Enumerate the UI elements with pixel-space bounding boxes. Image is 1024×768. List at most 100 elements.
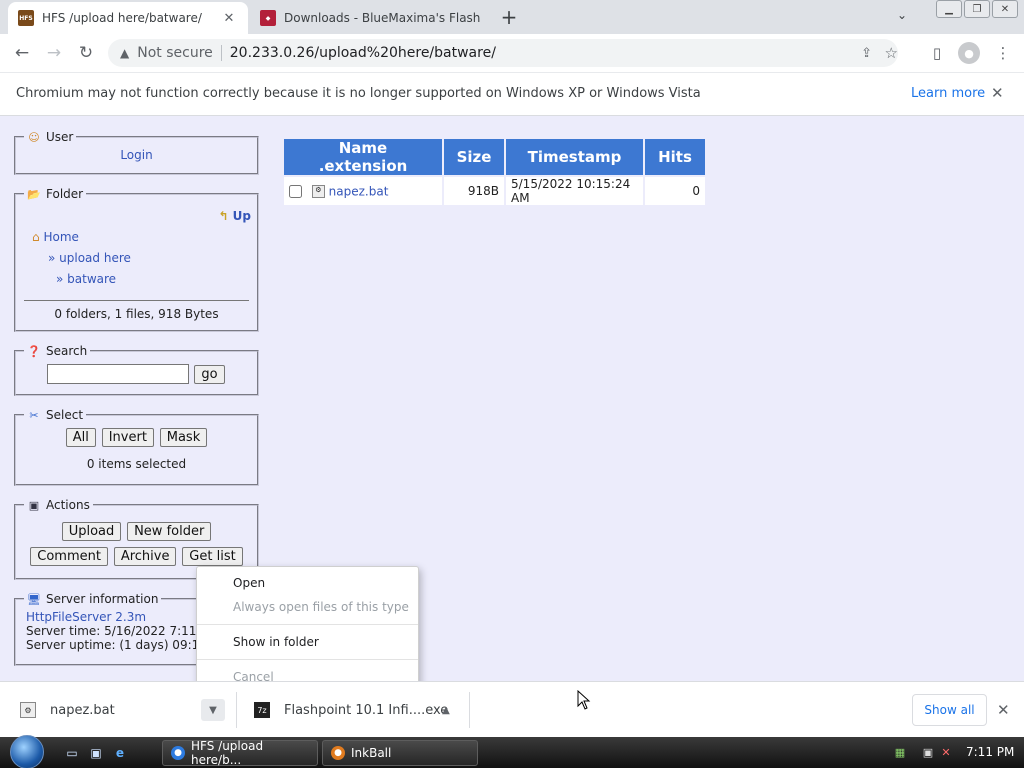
home-icon: ⌂ xyxy=(32,230,40,244)
httpfileserver-link[interactable]: HttpFileServer 2.3m xyxy=(26,610,146,624)
comment-button[interactable]: Comment xyxy=(30,547,108,566)
column-header-timestamp[interactable]: Timestamp xyxy=(506,139,643,175)
new-tab-button[interactable]: + xyxy=(498,5,520,29)
server-panel-title: Server information xyxy=(46,592,159,606)
get-list-button[interactable]: Get list xyxy=(182,547,243,566)
tab-title: HFS /upload here/batware/ xyxy=(42,11,202,25)
reload-button[interactable]: ↻ xyxy=(74,41,98,65)
batware-link[interactable]: » batware xyxy=(56,272,116,286)
chevron-up-icon[interactable]: ▲ xyxy=(434,699,458,721)
bookmark-star-icon[interactable]: ☆ xyxy=(885,44,898,62)
file-name-link[interactable]: napez.bat xyxy=(329,184,389,198)
tab-strip: HFS HFS /upload here/batware/ ✕ ◆ Downlo… xyxy=(0,0,1024,34)
menu-item-open[interactable]: Open xyxy=(233,576,265,590)
archive-button[interactable]: Archive xyxy=(113,547,177,566)
download-context-menu: Open Always open files of this type Show… xyxy=(196,566,419,692)
column-header-size[interactable]: Size xyxy=(444,139,504,175)
search-input[interactable] xyxy=(47,364,190,384)
profile-avatar-icon[interactable]: ● xyxy=(958,42,980,64)
taskbar-button-hfs[interactable]: ● HFS /upload here/b... xyxy=(162,739,318,767)
network-tray-icon[interactable]: ▦ xyxy=(892,745,908,760)
scissors-icon: ✂ xyxy=(29,408,39,422)
save-disk-icon: ▣ xyxy=(28,498,40,512)
show-all-button[interactable]: Show all xyxy=(912,694,987,726)
download-item-napez[interactable]: ⚙ napez.bat xyxy=(20,682,115,738)
hfs-favicon-icon: HFS xyxy=(18,10,34,26)
file-hits-cell: 0 xyxy=(645,177,705,205)
file-select-checkbox[interactable] xyxy=(289,184,302,198)
internet-explorer-icon[interactable]: e xyxy=(111,744,129,761)
select-panel-title: Select xyxy=(46,408,84,422)
up-link[interactable]: Up xyxy=(233,209,251,223)
search-row: go xyxy=(24,364,249,384)
start-button[interactable] xyxy=(10,735,44,768)
monitor-tray-icon[interactable]: ▣ xyxy=(920,745,936,760)
volume-muted-icon[interactable]: ✕ xyxy=(938,745,954,760)
show-desktop-icon[interactable]: ▭ xyxy=(63,744,81,761)
mouse-cursor-icon xyxy=(577,690,591,710)
login-link[interactable]: Login xyxy=(120,148,152,162)
new-folder-button[interactable]: New folder xyxy=(127,522,212,541)
forward-button[interactable]: → xyxy=(42,41,66,65)
window-controls: ▁ ❐ ✕ xyxy=(936,0,1018,18)
learn-more-link[interactable]: Learn more xyxy=(911,86,985,101)
share-icon[interactable]: ⇪ xyxy=(861,46,872,61)
download-item-flashpoint[interactable]: 7z Flashpoint 10.1 Infi....exe xyxy=(254,682,448,738)
menu-divider xyxy=(197,659,418,660)
file-size-cell: 918B xyxy=(444,177,504,205)
mask-button[interactable]: Mask xyxy=(159,428,208,447)
selection-status: 0 items selected xyxy=(86,457,187,471)
server-icon: 🖥 xyxy=(27,592,41,606)
download-filename: Flashpoint 10.1 Infi....exe xyxy=(284,702,449,718)
menu-item-always-open[interactable]: Always open files of this type xyxy=(233,600,409,614)
server-time: Server time: 5/16/2022 7:11:40 xyxy=(26,624,216,638)
omnibox-divider xyxy=(220,45,222,61)
taskbar-button-inkball[interactable]: ● InkBall xyxy=(322,740,478,766)
chevron-down-icon[interactable]: ▼ xyxy=(201,699,225,721)
tab-search-chevron-icon[interactable]: ⌄ xyxy=(897,8,907,22)
folder-panel-title: Folder xyxy=(46,187,84,201)
column-header-hits[interactable]: Hits xyxy=(645,139,705,175)
column-header-name[interactable]: Name .extension xyxy=(284,139,442,175)
url-text[interactable]: 20.233.0.26/upload%20here/batware/ xyxy=(230,45,496,61)
address-bar[interactable]: ▲ Not secure 20.233.0.26/upload%20here/b… xyxy=(108,39,898,67)
tab-downloads[interactable]: ◆ Downloads - BlueMaxima's Flash xyxy=(250,2,490,34)
menu-kebab-icon[interactable]: ⋮ xyxy=(992,42,1014,64)
close-tab-icon[interactable]: ✕ xyxy=(220,9,238,27)
minimize-button[interactable]: ▁ xyxy=(936,0,962,18)
file-timestamp-cell: 5/15/2022 10:15:24 AM xyxy=(506,177,643,205)
folder-panel: 📂 Folder ↰ Up ⌂ Home » upload here » batw… xyxy=(14,187,259,332)
warning-icon[interactable]: ▲ xyxy=(120,46,129,60)
upload-here-link[interactable]: » upload here xyxy=(48,251,131,265)
taskbar-clock[interactable]: 7:11 PM xyxy=(966,745,1014,759)
taskbar-button-label: HFS /upload here/b... xyxy=(191,739,264,767)
menu-item-show-in-folder[interactable]: Show in folder xyxy=(233,635,319,649)
infobar-message: Chromium may not function correctly beca… xyxy=(16,86,701,101)
maximize-button[interactable]: ❐ xyxy=(964,0,990,18)
select-buttons: All Invert Mask xyxy=(24,428,249,447)
up-link-wrap: ↰ Up xyxy=(218,209,251,223)
file-name-cell: ⚙ napez.bat xyxy=(284,177,442,205)
user-panel-title: User xyxy=(46,130,74,144)
infobar-close-icon[interactable]: ✕ xyxy=(991,84,1004,102)
close-window-button[interactable]: ✕ xyxy=(992,0,1018,18)
bat-file-icon: ⚙ xyxy=(311,184,325,198)
go-button[interactable]: go xyxy=(194,364,225,384)
security-label[interactable]: Not secure xyxy=(137,45,213,61)
side-panel-icon[interactable]: ▯ xyxy=(926,42,948,64)
user-panel: ☺ User Login xyxy=(14,130,259,175)
select-all-button[interactable]: All xyxy=(65,428,96,447)
table-row: ⚙ napez.bat 918B 5/15/2022 10:15:24 AM 0 xyxy=(284,177,705,205)
search-panel: ❓ Search go xyxy=(14,344,259,396)
downloads-close-icon[interactable]: ✕ xyxy=(997,701,1010,719)
tab-hfs[interactable]: HFS HFS /upload here/batware/ ✕ xyxy=(8,2,248,34)
folder-summary: 0 folders, 1 files, 918 Bytes xyxy=(24,300,249,321)
upload-button[interactable]: Upload xyxy=(61,522,122,541)
bat-file-icon: ⚙ xyxy=(20,702,36,718)
switch-windows-icon[interactable]: ▣ xyxy=(87,744,105,761)
hfs-page: ☺ User Login 📂 Folder ↰ Up ⌂ Home » upload… xyxy=(0,116,1024,681)
home-link[interactable]: Home xyxy=(43,230,78,244)
invert-button[interactable]: Invert xyxy=(101,428,154,447)
7zip-icon: 7z xyxy=(254,702,270,718)
back-button[interactable]: ← xyxy=(10,41,34,65)
